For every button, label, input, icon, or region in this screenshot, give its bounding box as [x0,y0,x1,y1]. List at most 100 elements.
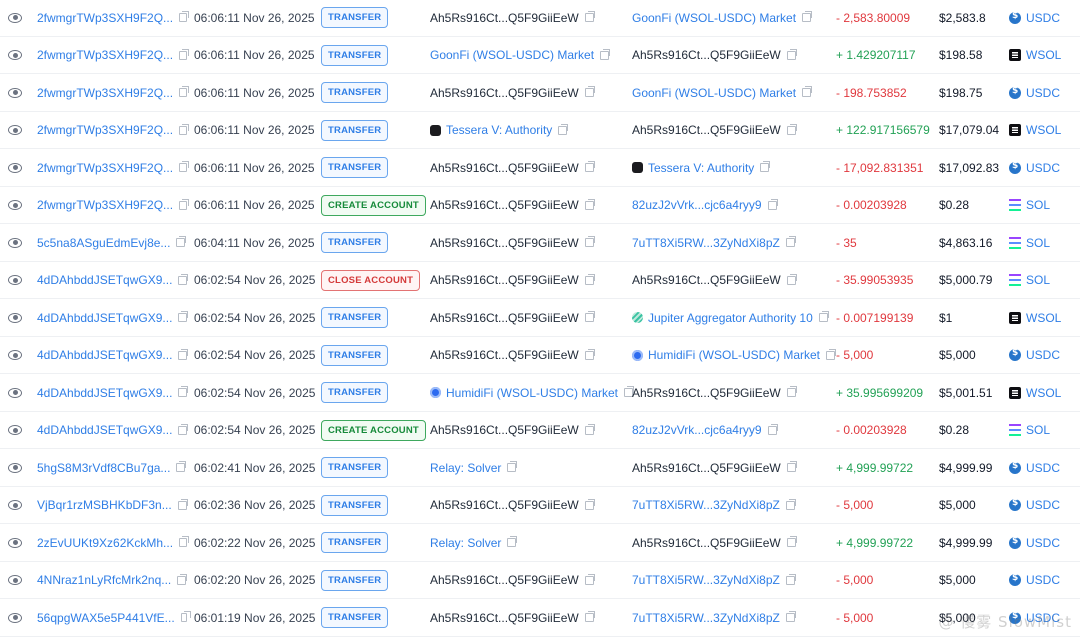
to-label[interactable]: 7uTT8Xi5RW...3ZyNdXi8pZ [632,236,780,250]
to-label[interactable]: 7uTT8Xi5RW...3ZyNdXi8pZ [632,498,780,512]
token-name[interactable]: USDC [1026,536,1060,550]
copy-icon[interactable] [802,11,813,22]
copy-icon[interactable] [180,611,192,622]
eye-icon[interactable] [8,425,22,435]
token-cell[interactable]: USDC [1009,562,1079,599]
copy-icon[interactable] [178,273,188,285]
copy-icon[interactable] [178,348,188,360]
token-name[interactable]: USDC [1026,611,1060,625]
copy-icon[interactable] [179,48,189,60]
copy-icon[interactable] [584,311,595,322]
token-name[interactable]: USDC [1026,461,1060,475]
token-name[interactable]: USDC [1026,573,1060,587]
token-cell[interactable]: USDC [1009,487,1079,524]
token-name[interactable]: SOL [1026,198,1050,212]
to-address[interactable]: 7uTT8Xi5RW...3ZyNdXi8pZ [632,611,796,625]
copy-icon[interactable] [177,498,188,510]
token-cell[interactable]: WSOL [1009,374,1079,411]
from-address[interactable]: Relay: Solver [430,461,518,475]
from-label[interactable]: GoonFi (WSOL-USDC) Market [430,48,594,62]
copy-icon[interactable] [785,498,796,510]
signature-link[interactable]: 2fwmgrTWp3SXH9F2Q... [37,48,173,62]
token-name[interactable]: SOL [1026,423,1050,437]
copy-icon[interactable] [179,86,189,97]
copy-icon[interactable] [786,461,797,472]
copy-icon[interactable] [786,536,797,547]
copy-icon[interactable] [786,48,797,60]
token-cell[interactable]: WSOL [1009,37,1079,74]
token-cell[interactable]: SOL [1009,187,1079,224]
token-name[interactable]: WSOL [1026,386,1061,400]
from-label[interactable]: Relay: Solver [430,536,501,550]
from-label[interactable]: Tessera V: Authority [446,123,552,137]
eye-icon[interactable] [8,50,22,60]
token-name[interactable]: USDC [1026,498,1060,512]
to-label[interactable]: 82uzJ2vVrk...cjc6a4ryy9 [632,198,762,212]
from-label[interactable]: Relay: Solver [430,461,501,475]
token-cell[interactable]: USDC [1009,337,1079,374]
signature-link[interactable]: 4dDAhbddJSETqwGX9... [37,423,172,437]
to-label[interactable]: HumidiFi (WSOL-USDC) Market [648,348,820,362]
copy-icon[interactable] [178,311,188,322]
copy-icon[interactable] [179,536,189,547]
signature-link[interactable]: 2fwmgrTWp3SXH9F2Q... [37,11,173,25]
copy-icon[interactable] [178,386,188,397]
token-name[interactable]: WSOL [1026,123,1061,137]
to-address[interactable]: 82uzJ2vVrk...cjc6a4ryy9 [632,198,778,212]
copy-icon[interactable] [584,348,595,360]
copy-icon[interactable] [176,236,187,247]
token-cell[interactable]: USDC [1009,149,1079,186]
token-name[interactable]: WSOL [1026,311,1061,325]
from-address[interactable]: GoonFi (WSOL-USDC) Market [430,48,611,62]
copy-icon[interactable] [178,423,188,435]
eye-icon[interactable] [8,350,22,360]
from-address[interactable]: Relay: Solver [430,536,518,550]
eye-icon[interactable] [8,275,22,285]
token-name[interactable]: SOL [1026,236,1050,250]
signature-link[interactable]: 5c5na8ASguEdmEvj8e... [37,236,170,250]
to-address[interactable]: 7uTT8Xi5RW...3ZyNdXi8pZ [632,498,796,512]
copy-icon[interactable] [584,198,595,210]
copy-icon[interactable] [558,123,569,135]
copy-icon[interactable] [584,498,595,510]
copy-icon[interactable] [767,198,778,210]
token-name[interactable]: USDC [1026,161,1060,175]
copy-icon[interactable] [179,161,189,172]
copy-icon[interactable] [600,48,611,60]
to-address[interactable]: 7uTT8Xi5RW...3ZyNdXi8pZ [632,236,796,250]
signature-link[interactable]: 2zEvUUKt9Xz62KckMh... [37,536,173,550]
copy-icon[interactable] [760,161,771,172]
eye-icon[interactable] [8,462,22,473]
copy-icon[interactable] [785,611,796,622]
signature-link[interactable]: 4dDAhbddJSETqwGX9... [37,386,172,400]
token-cell[interactable]: WSOL [1009,112,1079,149]
to-label[interactable]: 82uzJ2vVrk...cjc6a4ryy9 [632,423,762,437]
to-label[interactable]: GoonFi (WSOL-USDC) Market [632,86,796,100]
copy-icon[interactable] [584,423,595,435]
token-cell[interactable]: USDC [1009,0,1079,36]
copy-icon[interactable] [584,573,595,585]
token-name[interactable]: WSOL [1026,48,1061,62]
token-cell[interactable]: SOL [1009,262,1079,299]
copy-icon[interactable] [767,423,778,435]
copy-icon[interactable] [826,348,837,360]
token-name[interactable]: USDC [1026,86,1060,100]
copy-icon[interactable] [786,386,797,397]
token-cell[interactable]: USDC [1009,449,1079,486]
copy-icon[interactable] [584,86,595,97]
to-label[interactable]: 7uTT8Xi5RW...3ZyNdXi8pZ [632,573,780,587]
to-address[interactable]: HumidiFi (WSOL-USDC) Market [632,348,837,362]
token-cell[interactable]: WSOL [1009,299,1079,336]
copy-icon[interactable] [176,461,187,472]
copy-icon[interactable] [584,11,595,22]
token-cell[interactable]: USDC [1009,599,1079,636]
copy-icon[interactable] [177,573,188,585]
copy-icon[interactable] [584,236,595,247]
token-name[interactable]: USDC [1026,11,1060,25]
token-name[interactable]: SOL [1026,273,1050,287]
eye-icon[interactable] [8,12,22,23]
copy-icon[interactable] [818,311,829,322]
signature-link[interactable]: 4NNraz1nLyRfcMrk2nq... [37,573,171,587]
copy-icon[interactable] [584,611,595,622]
eye-icon[interactable] [8,237,22,248]
